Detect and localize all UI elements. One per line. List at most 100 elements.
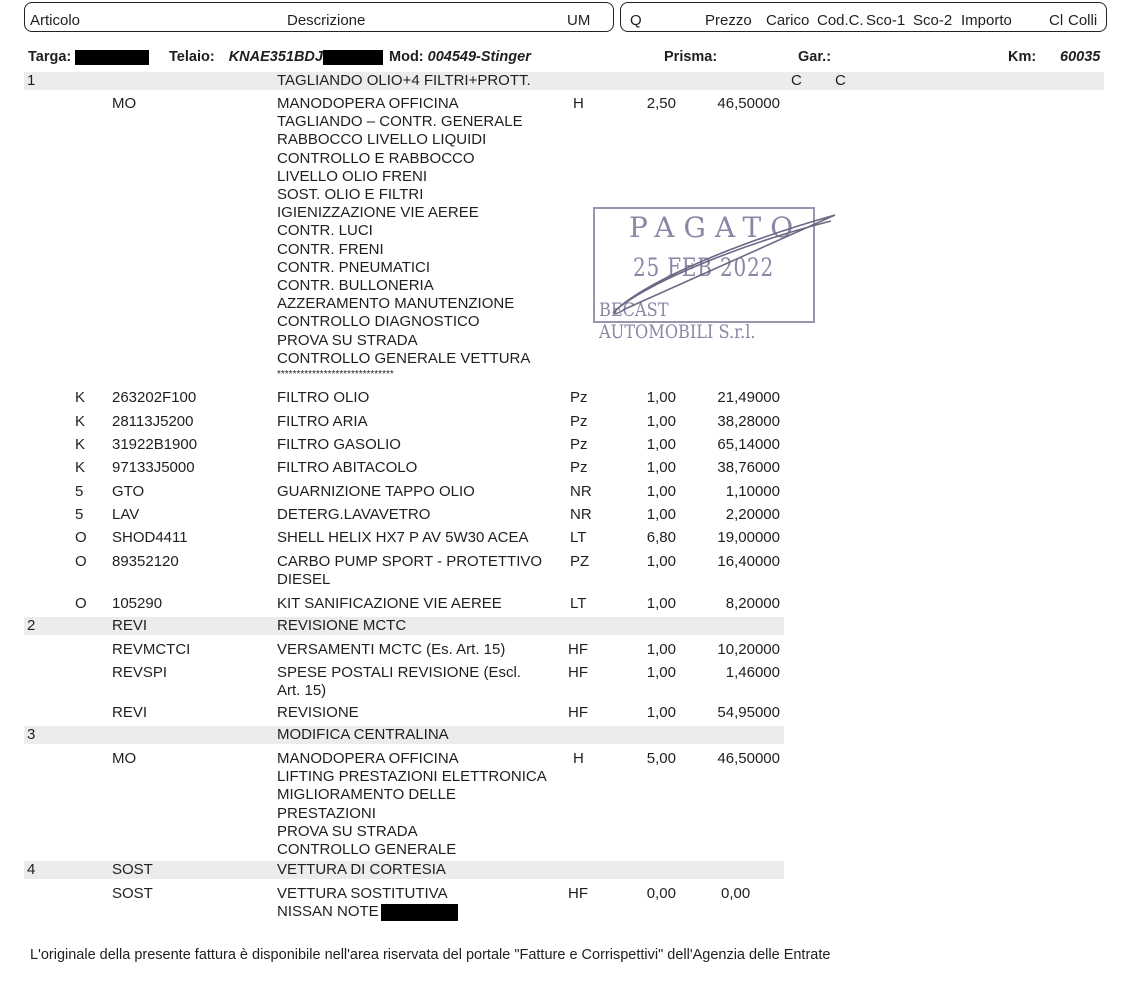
item-code: 89352120 [112,553,179,570]
group-number: 2 [27,617,36,634]
labour-um: H [573,750,584,767]
col-importo: Importo [961,12,1012,29]
item-code: SHOD4411 [112,529,188,546]
item-prezzo: 8,20000 [725,595,780,612]
col-sco2: Sco-2 [913,12,953,29]
labour-line: CONTROLLO GENERALE [277,841,457,859]
stamp-signature [612,214,836,315]
item-code: REVMCTCI [112,641,191,658]
item-desc: VETTURA SOSTITUTIVA [277,885,448,902]
item-code: 97133J5000 [112,459,195,476]
redaction-plate [380,903,458,921]
item-q: 1,00 [646,704,676,721]
col-sco1: Sco-1 [866,12,906,29]
km-label: Km: [1008,49,1037,65]
labour-line: TAGLIANDO – CONTR. GENERALE [277,113,523,131]
labour-line: CONTROLLO DIAGNOSTICO [277,313,480,331]
col-articolo: Articolo [30,12,81,29]
item-desc: KIT SANIFICAZIONE VIE AEREE [277,595,502,612]
group-title: MODIFICA CENTRALINA [277,726,449,743]
item-prezzo: 38,76000 [717,459,780,476]
item-q: 1,00 [646,664,676,681]
item-desc: SPESE POSTALI REVISIONE (Escl. [277,664,521,681]
item-prezzo: 38,28000 [717,413,780,430]
item-prezzo: 1,10000 [725,483,780,500]
targa-label: Targa: [28,49,72,65]
item-code: SOST [112,885,153,902]
item-cl: O [75,595,87,612]
item-prezzo: 1,46000 [725,664,780,681]
item-code: 31922B1900 [112,436,198,453]
labour-q: 5,00 [646,750,676,767]
col-prezzo: Prezzo [705,12,752,29]
item-prezzo: 0,00 [721,885,751,902]
telaio-label: Telaio: [169,49,215,65]
item-desc: FILTRO ABITACOLO [277,459,418,476]
item-um: HF [568,641,588,658]
item-q: 6,80 [646,529,676,546]
item-prezzo: 54,95000 [717,704,780,721]
labour-description: MANODOPERA OFFICINA LIFTING PRESTAZIONI … [277,750,547,859]
group-number: 4 [27,861,36,878]
item-code: LAV [112,506,140,523]
item-cl: K [75,436,86,453]
item-desc: SHELL HELIX HX7 P AV 5W30 ACEA [277,529,529,546]
group-sco1: C [835,72,846,89]
item-cl: O [75,529,87,546]
labour-line: CONTR. LUCI [277,222,373,240]
labour-stars: ****************************** [277,369,394,381]
mod-value: 004549-Stinger [427,49,531,65]
labour-line: SOST. OLIO E FILTRI [277,186,424,204]
item-desc: DETERG.LAVAVETRO [277,506,431,523]
telaio-value: KNAE351BDJ [228,49,323,65]
gar-label: Gar.: [798,49,832,65]
item-code: 28113J5200 [112,413,194,430]
item-um: HF [568,664,588,681]
item-prezzo: 65,14000 [717,436,780,453]
item-desc: CARBO PUMP SPORT - PROTETTIVO [277,553,543,570]
group-number: 1 [27,72,36,89]
item-cl: K [75,459,86,476]
item-um: PZ [570,553,590,570]
col-um: UM [567,12,591,29]
labour-line: PROVA SU STRADA [277,822,418,840]
labour-line: PRESTAZIONI [277,804,376,822]
labour-um: H [573,95,584,112]
group-code: REVI [112,617,148,634]
redaction-telaio [322,49,383,65]
group-number: 3 [27,726,36,743]
item-desc: GUARNIZIONE TAPPO OLIO [277,483,475,500]
item-prezzo: 10,20000 [717,641,780,658]
labour-description: MANODOPERA OFFICINA TAGLIANDO – CONTR. G… [277,95,530,382]
redaction-targa [75,49,150,65]
labour-prezzo: 46,50000 [717,750,780,767]
targa-field: Targa: [28,49,150,65]
footer-note: L'originale della presente fattura è dis… [30,947,831,963]
item-desc: REVISIONE [277,704,359,721]
col-cl: Cl [1049,12,1064,29]
item-um: NR [570,506,592,523]
item-q: 1,00 [646,483,676,500]
labour-line: MIGLIORAMENTO DELLE [277,786,456,804]
item-desc-cont: NISSAN NOTE [277,903,458,921]
col-carico: Carico [766,12,810,29]
group-code: SOST [112,861,153,878]
item-cl: 5 [75,506,84,523]
item-um: Pz [570,413,588,430]
col-q: Q [630,12,642,29]
item-code: 105290 [112,595,163,612]
item-um: HF [568,704,588,721]
item-prezzo: 21,49000 [717,389,780,406]
labour-line: MANODOPERA OFFICINA [277,750,459,767]
paid-stamp: PAGATO 25 FEB 2022 BECAST AUTOMOBILI S.r… [593,207,836,343]
item-code: 263202F100 [112,389,197,406]
item-desc: FILTRO OLIO [277,389,370,406]
group-title: TAGLIANDO OLIO+4 FILTRI+PROTT. [277,72,531,89]
item-desc: FILTRO ARIA [277,413,368,430]
labour-line: CONTROLLO E RABBOCCO [277,149,475,167]
item-prezzo: 16,40000 [717,553,780,570]
labour-code: MO [112,750,137,767]
labour-line: CONTROLLO GENERALE VETTURA [277,349,531,367]
labour-line: MANODOPERA OFFICINA [277,95,459,112]
item-um: LT [570,529,587,546]
